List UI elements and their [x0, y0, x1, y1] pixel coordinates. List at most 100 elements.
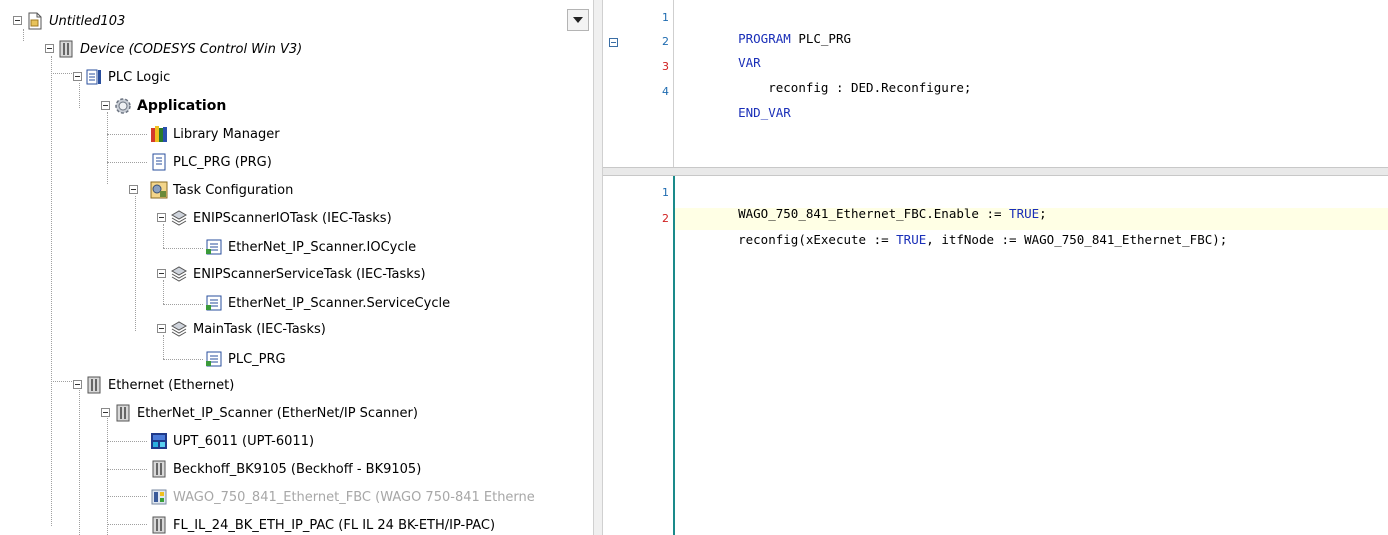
collapse-toggle[interactable] — [13, 16, 22, 25]
tree-item-task-configuration[interactable]: Task Configuration — [150, 179, 293, 201]
tree-connector — [23, 29, 24, 41]
pane-splitter[interactable] — [593, 0, 603, 535]
tree-item-label: Task Configuration — [173, 182, 294, 198]
fold-toggle-icon[interactable] — [609, 38, 618, 47]
library-books-icon — [150, 125, 168, 143]
tree-item-library-manager[interactable]: Library Manager — [150, 123, 280, 145]
task-call-icon — [205, 350, 223, 368]
tree-item-label: Ethernet (Ethernet) — [108, 377, 235, 393]
task-icon — [170, 265, 188, 283]
device-icon — [85, 376, 103, 394]
tree-connector — [107, 524, 147, 525]
tree-item-label: Device (CODESYS Control Win V3) — [80, 41, 303, 57]
application-gear-icon — [114, 97, 132, 115]
tree-item-label: EtherNet_IP_Scanner (EtherNet/IP Scanner… — [137, 405, 418, 421]
code-token: reconfig(xExecute := — [738, 232, 897, 247]
tree-item-service-cycle[interactable]: EtherNet_IP_Scanner.ServiceCycle — [205, 292, 450, 314]
collapse-toggle[interactable] — [73, 72, 82, 81]
code-line[interactable]: VAR — [708, 33, 761, 70]
tree-connector — [163, 280, 164, 304]
tree-connector — [107, 414, 108, 535]
collapse-toggle[interactable] — [157, 324, 166, 333]
code-line[interactable]: END_VAR — [708, 83, 791, 120]
collapse-toggle[interactable] — [157, 213, 166, 222]
collapse-toggle[interactable] — [45, 44, 54, 53]
tree-item-io-cycle[interactable]: EtherNet_IP_Scanner.IOCycle — [205, 236, 416, 258]
tree-item-label: Application — [137, 98, 227, 114]
line-number-gutter: 1 2 3 4 — [603, 0, 673, 167]
editor-split-divider[interactable] — [603, 167, 1388, 176]
line-number: 1 — [662, 11, 669, 24]
collapse-toggle[interactable] — [73, 380, 82, 389]
declaration-editor[interactable]: 1 2 3 4 PROGRAM PLC_PRG VAR reconfig : D… — [603, 0, 1388, 167]
tree-item-application[interactable]: Application — [114, 95, 226, 117]
tree-item-main-plc-prg[interactable]: PLC_PRG — [205, 348, 286, 370]
tree-item-device[interactable]: Device (CODESYS Control Win V3) — [57, 38, 302, 60]
tree-connector — [163, 304, 203, 305]
tree-connector — [107, 112, 108, 184]
implementation-editor[interactable]: 1 2 WAGO_750_841_Ethernet_FBC.Enable := … — [603, 176, 1388, 535]
keyword-token: TRUE — [896, 232, 927, 247]
tree-item-label: FL_IL_24_BK_ETH_IP_PAC (FL IL 24 BK-ETH/… — [173, 517, 496, 533]
device-icon — [114, 404, 132, 422]
code-line[interactable]: reconfig(xExecute := TRUE, itfNode := WA… — [708, 210, 1227, 247]
keyword-token: END_VAR — [738, 105, 791, 120]
tree-item-label: WAGO_750_841_Ethernet_FBC (WAGO 750-841 … — [173, 489, 535, 505]
tree-item-wago[interactable]: WAGO_750_841_Ethernet_FBC (WAGO 750-841 … — [150, 486, 535, 508]
tree-item-label: PLC_PRG (PRG) — [173, 154, 272, 170]
tree-item-label: UPT_6011 (UPT-6011) — [173, 433, 315, 449]
tree-item-upt[interactable]: UPT_6011 (UPT-6011) — [150, 430, 314, 452]
code-line[interactable]: reconfig : DED.Reconfigure; — [708, 58, 971, 95]
tree-item-plc-prg[interactable]: PLC_PRG (PRG) — [150, 151, 272, 173]
tree-item-beckhoff[interactable]: Beckhoff_BK9105 (Beckhoff - BK9105) — [150, 458, 421, 480]
tree-connector — [107, 134, 147, 135]
project-file-icon — [26, 12, 44, 30]
tree-item-main-task[interactable]: MainTask (IEC-Tasks) — [170, 318, 326, 340]
tree-connector — [107, 441, 147, 442]
tree-connector — [163, 359, 203, 360]
tree-item-enip-io-task[interactable]: ENIPScannerIOTask (IEC-Tasks) — [170, 207, 392, 229]
task-call-icon — [205, 294, 223, 312]
tree-item-label: PLC Logic — [108, 69, 171, 85]
task-icon — [170, 320, 188, 338]
device-icon — [57, 40, 75, 58]
tree-connector — [107, 162, 147, 163]
tree-dropdown-button[interactable] — [567, 9, 589, 31]
collapse-toggle[interactable] — [101, 101, 110, 110]
collapse-toggle[interactable] — [157, 269, 166, 278]
code-line[interactable]: PROGRAM PLC_PRG — [708, 9, 851, 46]
device-icon — [150, 460, 168, 478]
tree-item-label: EtherNet_IP_Scanner.ServiceCycle — [228, 295, 451, 311]
tree-item-label: Beckhoff_BK9105 (Beckhoff - BK9105) — [173, 461, 422, 477]
tree-item-label: Library Manager — [173, 126, 280, 142]
code-token: PLC_PRG — [790, 31, 852, 46]
tree-connector — [135, 196, 136, 331]
tree-item-label: MainTask (IEC-Tasks) — [193, 321, 326, 337]
collapse-toggle[interactable] — [101, 408, 110, 417]
tree-item-ethernet[interactable]: Ethernet (Ethernet) — [85, 374, 234, 396]
task-icon — [170, 209, 188, 227]
tree-item-fl-il[interactable]: FL_IL_24_BK_ETH_IP_PAC (FL IL 24 BK-ETH/… — [150, 514, 495, 535]
pou-document-icon — [150, 153, 168, 171]
device-tree-pane[interactable]: Untitled103 Device (CODESYS Control Win … — [0, 0, 593, 535]
task-configuration-icon — [150, 181, 168, 199]
tree-connector — [163, 248, 203, 249]
plc-logic-icon — [85, 68, 103, 86]
tree-connector — [163, 224, 164, 248]
collapse-toggle[interactable] — [129, 185, 138, 194]
task-call-icon — [205, 238, 223, 256]
wago-device-icon — [150, 488, 168, 506]
code-token: , itfNode := WAGO_750_841_Ethernet_FBC); — [926, 232, 1228, 247]
tree-item-project[interactable]: Untitled103 — [26, 10, 125, 32]
tree-item-enip-scanner[interactable]: EtherNet_IP_Scanner (EtherNet/IP Scanner… — [114, 402, 418, 424]
tree-item-plc-logic[interactable]: PLC Logic — [85, 66, 170, 88]
device-icon — [150, 516, 168, 534]
tree-item-label: ENIPScannerIOTask (IEC-Tasks) — [193, 210, 392, 226]
tree-connector — [107, 469, 147, 470]
tree-item-enip-service-task[interactable]: ENIPScannerServiceTask (IEC-Tasks) — [170, 263, 426, 285]
line-number-gutter: 1 2 — [603, 176, 673, 535]
code-line[interactable]: WAGO_750_841_Ethernet_FBC.Enable := TRUE… — [708, 184, 1047, 221]
tree-connector — [79, 384, 80, 535]
tree-item-label: EtherNet_IP_Scanner.IOCycle — [228, 239, 417, 255]
tree-connector — [107, 496, 147, 497]
